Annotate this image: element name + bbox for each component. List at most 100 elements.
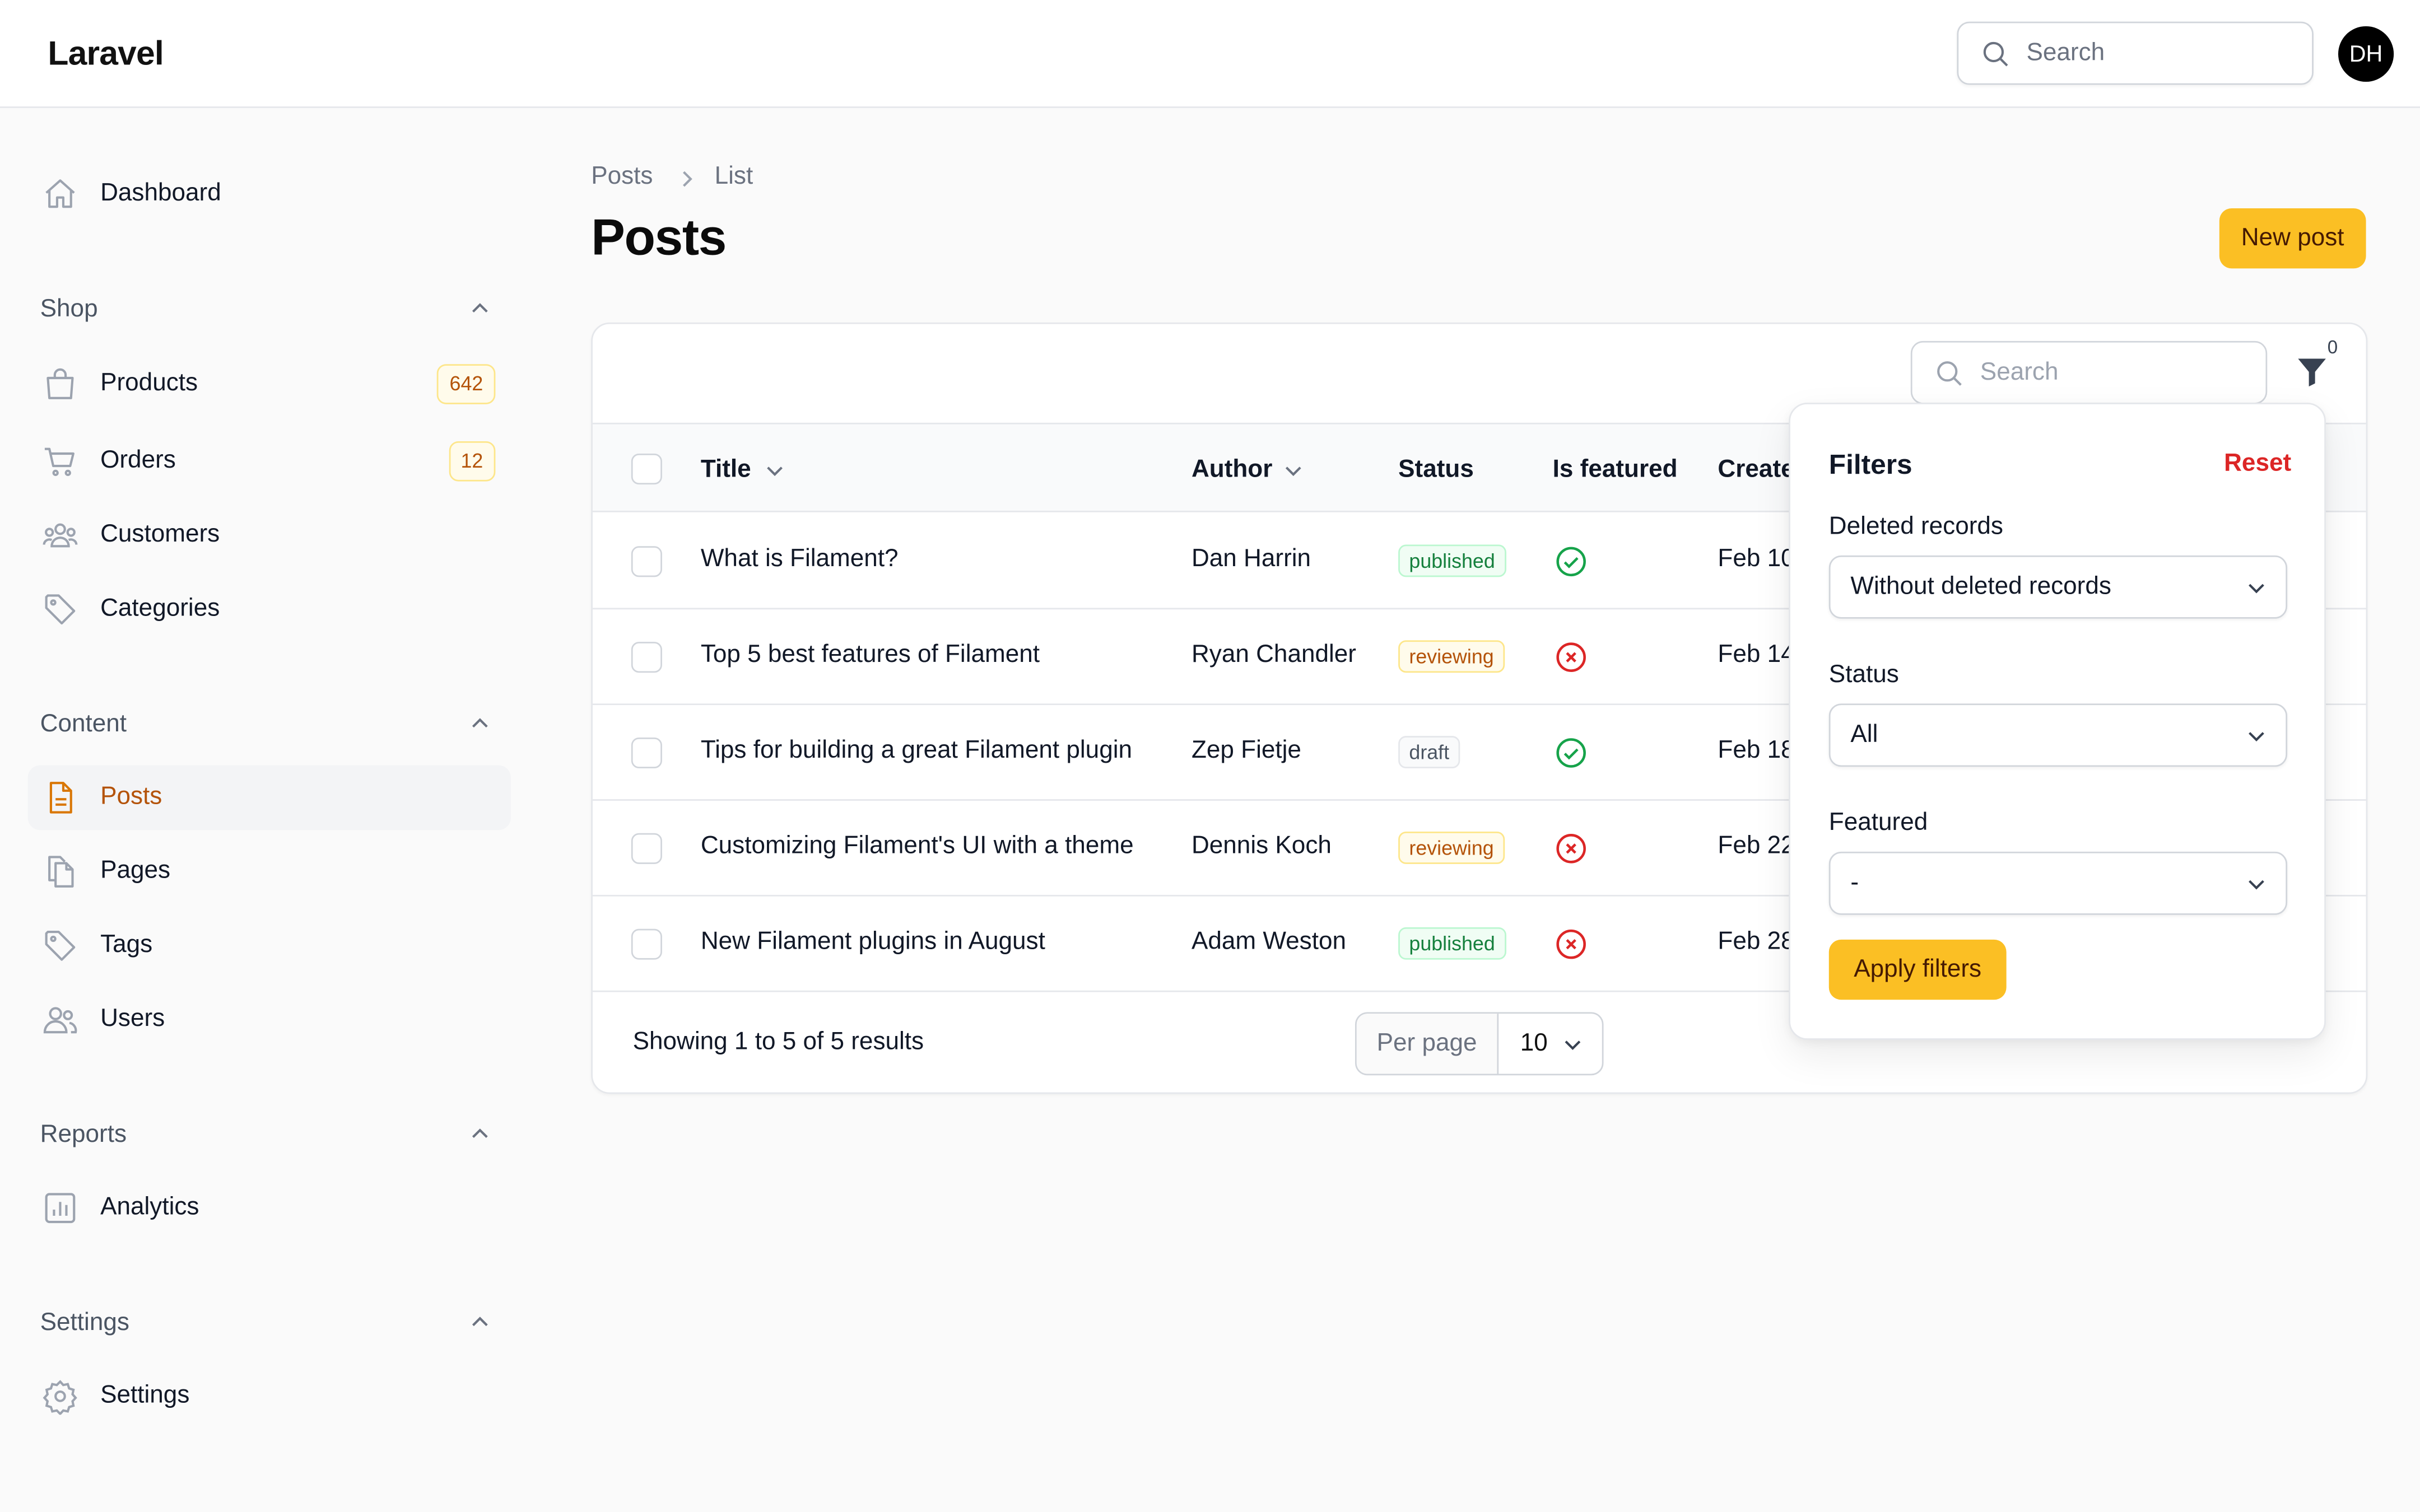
search-icon [1983,41,2008,67]
cell-author: Dan Harrin [1191,546,1311,573]
cell-title: Top 5 best features of Filament [700,642,1040,668]
column-header-created[interactable]: Create [1718,457,1794,485]
chevron-down-icon[interactable] [762,458,787,483]
featured-filter-label: Featured [1828,810,1928,837]
sidebar-item-tags[interactable]: Tags [28,913,511,978]
row-checkbox[interactable] [631,642,662,673]
sidebar-item-label: Posts [100,783,162,810]
sidebar-group-content[interactable]: Content [40,711,127,739]
cell-created: Feb 22 [1718,833,1795,860]
cell-created: Feb 18 [1718,737,1795,764]
status-filter-select[interactable]: All [1828,703,2288,767]
sidebar-item-label: Analytics [100,1194,199,1221]
filter-count-badge: 0 [2327,336,2338,358]
cell-created: Feb 28 [1718,928,1795,955]
cell-title: Tips for building a great Filament plugi… [700,737,1133,764]
sidebar-item-label: Orders [100,447,176,474]
sidebar-item-label: Users [100,1006,165,1033]
sidebar-item-settings[interactable]: Settings [28,1364,511,1429]
cell-title: Customizing Filament's UI with a theme [700,833,1134,860]
chevron-right-icon [683,171,692,187]
user-avatar[interactable]: DH [2338,26,2394,82]
users-group-icon [43,523,78,548]
sidebar-group-settings[interactable]: Settings [40,1310,129,1338]
status-filter-value: All [1850,722,1878,749]
cell-author: Dennis Koch [1191,833,1332,860]
column-header-title[interactable]: Title [701,457,751,485]
row-checkbox[interactable] [631,928,662,960]
pagination-summary: Showing 1 to 5 of 5 results [632,1029,924,1056]
x-circle-icon [1554,927,1588,962]
sidebar-item-pages[interactable]: Pages [28,839,511,904]
shopping-cart-icon [44,447,75,477]
filters-reset-button[interactable]: Reset [2224,450,2291,478]
sidebar-item-label: Products [100,370,198,397]
row-checkbox[interactable] [631,833,662,864]
sidebar-item-orders[interactable]: Orders 12 [28,429,511,494]
sidebar-item-analytics[interactable]: Analytics [28,1175,511,1240]
sidebar-group-shop[interactable]: Shop [40,296,98,324]
row-checkbox[interactable] [631,737,662,769]
column-header-featured: Is featured [1552,456,1678,483]
status-filter-label: Status [1828,661,1899,688]
chevron-down-icon [2249,584,2264,594]
status-badge: reviewing [1398,831,1505,864]
global-search-input[interactable]: Search [1957,21,2314,85]
table-search-input[interactable]: Search [1910,340,2268,404]
global-search-placeholder: Search [2026,40,2105,67]
row-checkbox[interactable] [631,546,662,577]
chevron-down-icon[interactable] [1281,458,1306,483]
per-page-value: 10 [1520,1030,1548,1057]
chevron-down-icon [2249,732,2264,741]
sidebar-group-reports[interactable]: Reports [40,1122,127,1150]
sidebar-item-label: Pages [100,857,171,884]
sidebar-item-dashboard[interactable]: Dashboard [28,162,511,227]
filters-dropdown: Filters Reset Deleted records Without de… [1789,403,2326,1040]
deleted-records-select[interactable]: Without deleted records [1828,555,2288,619]
tag-icon [45,594,76,625]
sidebar-item-label: Dashboard [100,180,221,207]
sidebar-item-users[interactable]: Users [28,987,511,1052]
chevron-up-icon[interactable] [468,711,492,736]
check-circle-icon [1554,736,1588,770]
check-circle-icon [1554,545,1588,579]
cell-created: Feb 10 [1718,546,1795,573]
document-duplicate-icon [48,856,74,888]
status-badge: reviewing [1398,640,1505,673]
chevron-up-icon[interactable] [468,1310,492,1334]
sidebar-item-posts[interactable]: Posts [27,765,511,830]
chevron-up-icon[interactable] [468,1122,492,1146]
new-post-button[interactable]: New post [2219,208,2366,269]
breadcrumb-current: List [714,164,753,190]
status-badge: draft [1398,736,1460,769]
per-page-label: Per page [1356,1014,1499,1074]
breadcrumb-parent[interactable]: Posts [591,164,653,192]
status-badge: published [1398,544,1506,577]
sidebar-item-categories[interactable]: Categories [28,577,511,642]
cell-author: Adam Weston [1191,928,1347,955]
topbar: Laravel Search DH [0,0,2420,108]
chevron-down-icon [1565,1040,1581,1051]
apply-filters-button[interactable]: Apply filters [1828,939,2007,1000]
orders-count-badge: 12 [448,441,496,482]
deleted-records-label: Deleted records [1828,514,2003,540]
column-header-author[interactable]: Author [1192,457,1272,485]
cell-title: What is Filament? [700,546,899,573]
sidebar-item-label: Customers [100,521,220,548]
featured-filter-select[interactable]: - [1828,851,2288,915]
sidebar-item-products[interactable]: Products 642 [28,352,511,417]
document-text-icon [49,782,72,814]
filter-icon[interactable] [2293,353,2330,390]
x-circle-icon [1554,832,1588,866]
deleted-records-value: Without deleted records [1850,573,2111,600]
featured-filter-value: - [1850,870,1859,897]
filters-heading: Filters [1828,449,1912,480]
select-all-checkbox[interactable] [631,453,662,485]
per-page-select[interactable]: Per page 10 [1355,1012,1604,1076]
shopping-bag-icon [46,368,74,399]
status-badge: published [1398,927,1506,960]
table-search-placeholder: Search [1980,359,2059,386]
brand-logo[interactable]: Laravel [48,34,164,74]
chevron-up-icon[interactable] [468,296,492,321]
sidebar-item-customers[interactable]: Customers [28,503,511,568]
